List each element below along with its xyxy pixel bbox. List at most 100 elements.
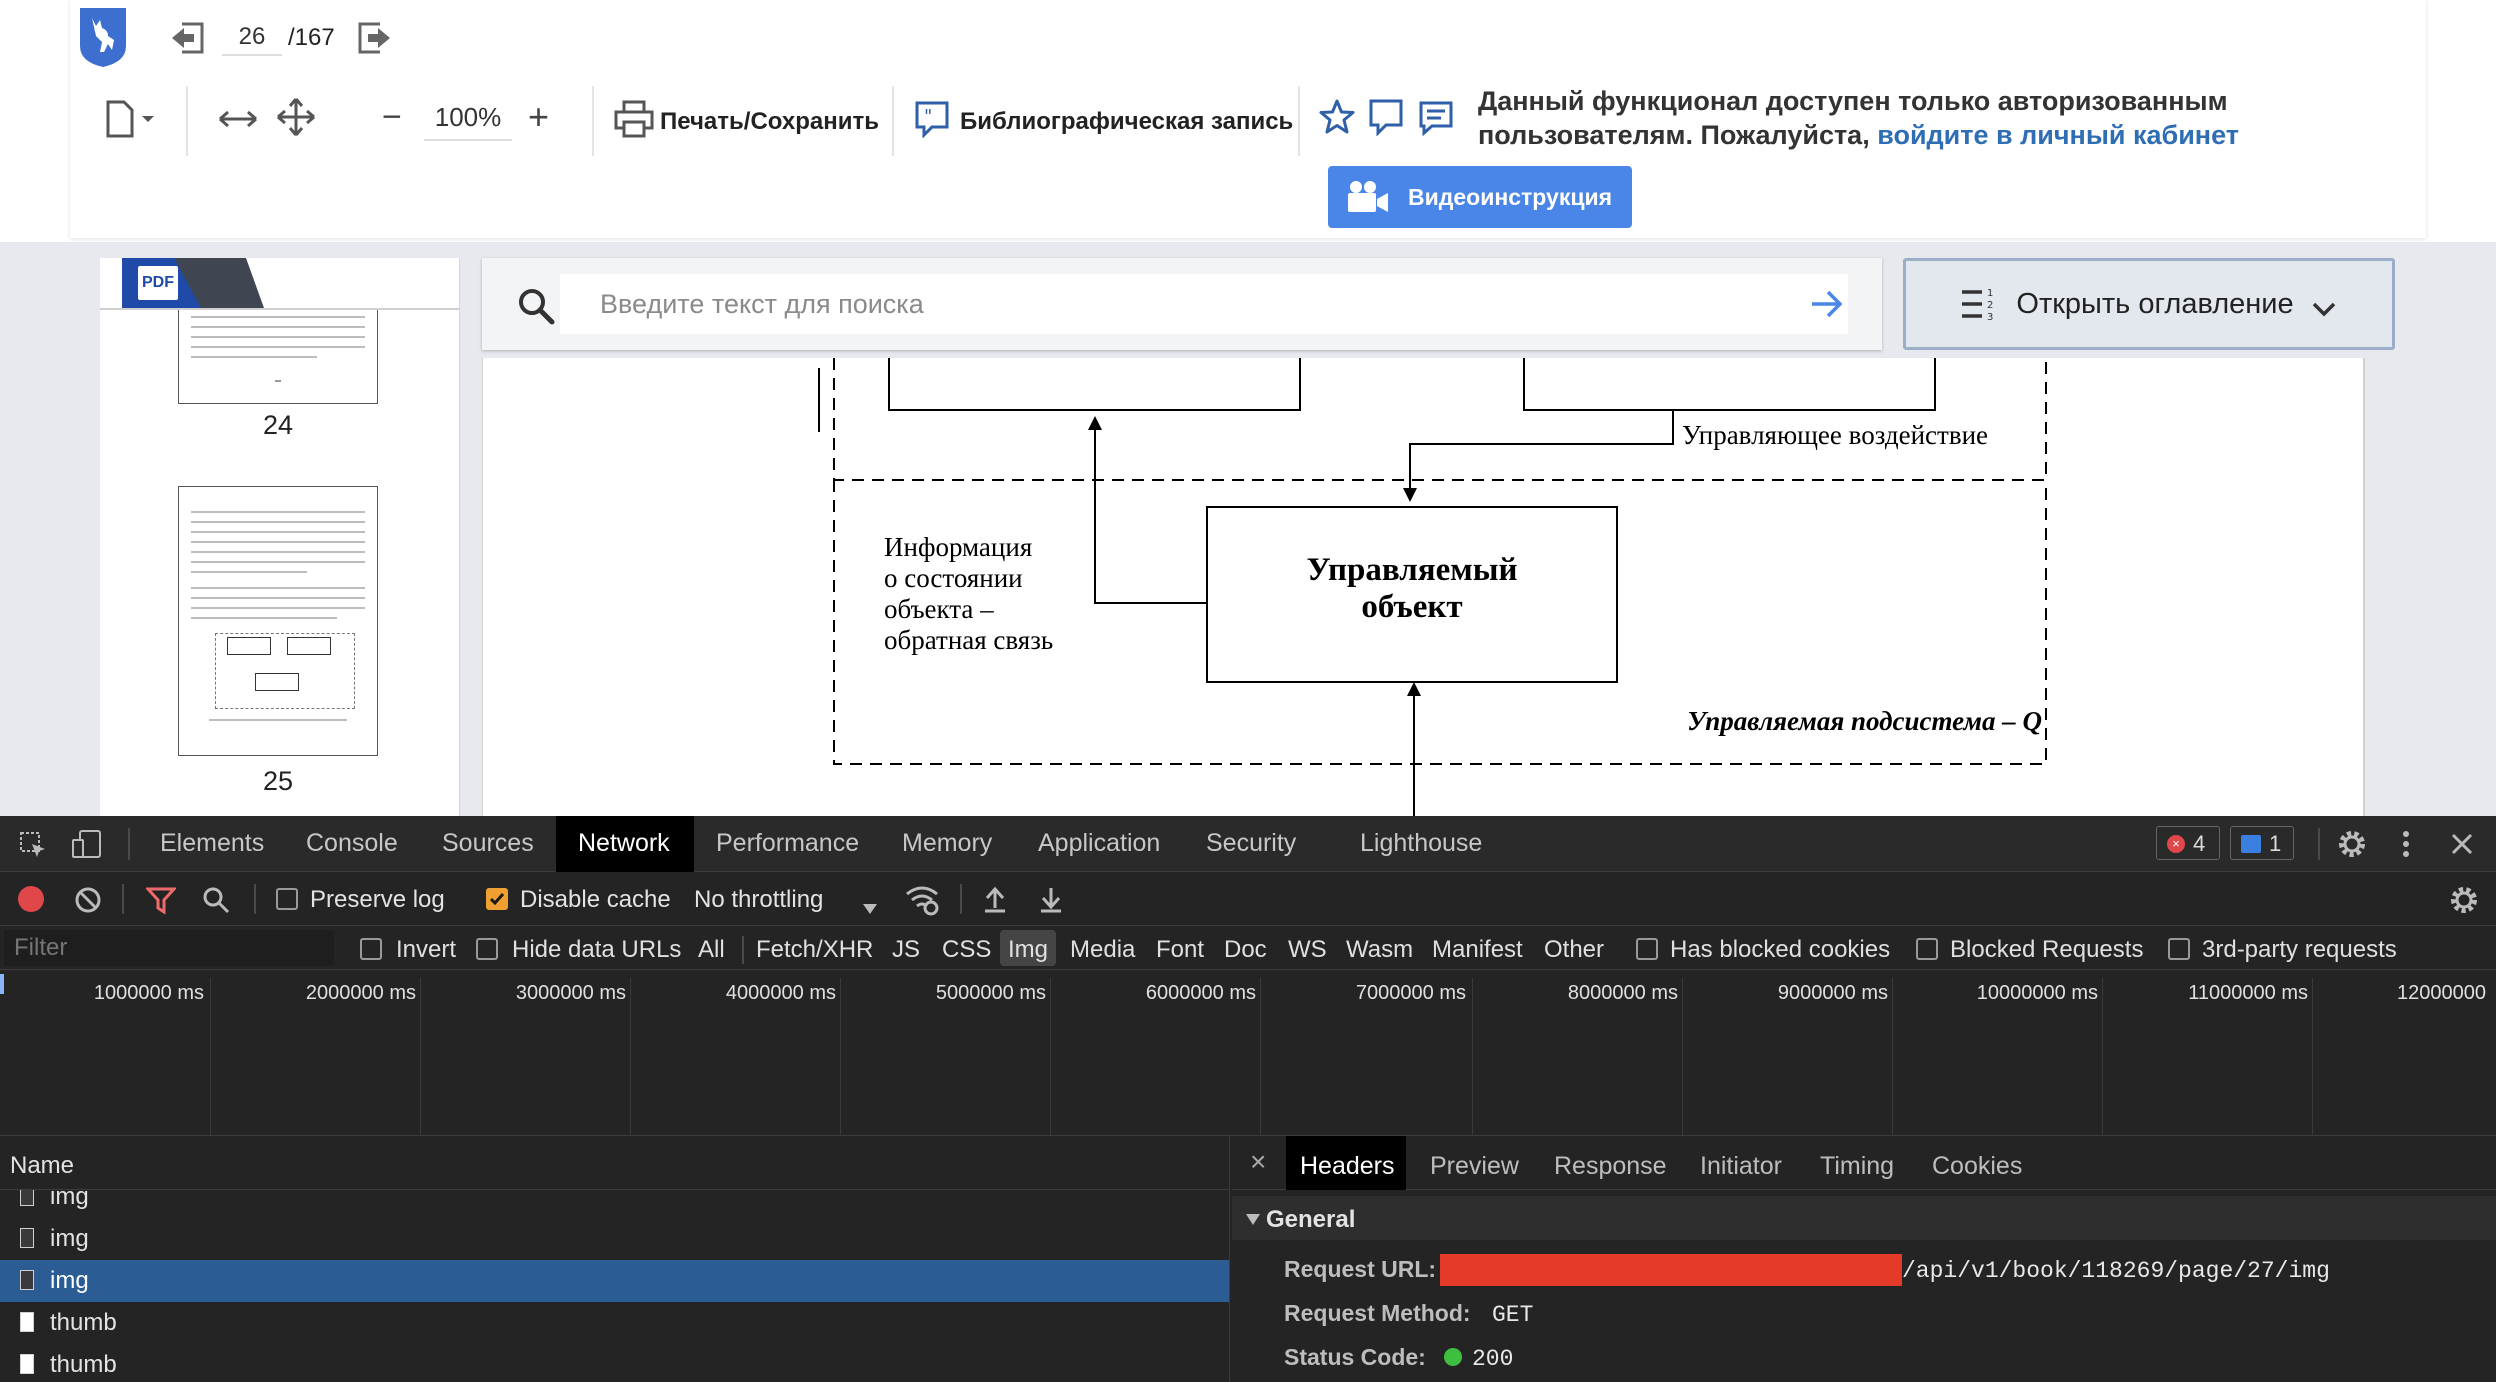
tab-cookies[interactable]: Cookies: [1932, 1152, 2022, 1181]
list-item[interactable]: thumb: [0, 1302, 1229, 1344]
list-item[interactable]: img: [0, 1190, 1229, 1218]
close-icon[interactable]: [2448, 830, 2476, 858]
print-label: Печать/Сохранить: [660, 108, 879, 135]
blocked-requests-checkbox[interactable]: [1916, 938, 1938, 960]
filter-ws[interactable]: WS: [1288, 936, 1327, 964]
tab-network[interactable]: Network: [578, 829, 670, 858]
subsystem-label: Управляемая подсистема – Q: [1687, 706, 2042, 736]
filter-doc[interactable]: Doc: [1224, 936, 1267, 964]
filter-js[interactable]: JS: [892, 936, 920, 964]
gear-icon[interactable]: [2448, 884, 2480, 916]
pdf-icon: PDF: [138, 266, 178, 300]
filter-manifest[interactable]: Manifest: [1432, 936, 1523, 964]
device-toggle-icon[interactable]: [70, 828, 104, 860]
control-action-label: Управляющее воздействие: [1682, 420, 1989, 450]
comment-icon[interactable]: [1418, 100, 1454, 137]
has-blocked-cookies-checkbox[interactable]: [1636, 938, 1658, 960]
timeline-selection-handle[interactable]: [0, 974, 4, 994]
list-item[interactable]: img: [0, 1218, 1229, 1260]
filter-all[interactable]: All: [698, 936, 725, 964]
bibliographic-record-button[interactable]: " Библиографическая запись: [912, 98, 1293, 142]
search-icon[interactable]: [202, 886, 230, 914]
tab-application[interactable]: Application: [1038, 829, 1160, 858]
deer-logo-icon[interactable]: [78, 6, 128, 68]
export-har-icon[interactable]: [1038, 884, 1064, 914]
next-page-icon[interactable]: [356, 20, 394, 56]
thumbnail-page-25[interactable]: [178, 486, 378, 756]
tab-memory[interactable]: Memory: [902, 829, 992, 858]
tab-preview[interactable]: Preview: [1430, 1152, 1519, 1181]
throttling-select[interactable]: No throttling: [694, 886, 823, 914]
arrow-right-icon[interactable]: [1808, 286, 1846, 322]
error-count-badge[interactable]: × 4: [2156, 826, 2220, 860]
tab-timing[interactable]: Timing: [1820, 1152, 1894, 1181]
open-toc-button[interactable]: 123 Открыть оглавление: [1903, 258, 2395, 350]
fit-width-icon[interactable]: [216, 104, 260, 134]
filter-input[interactable]: [4, 930, 334, 966]
hide-data-urls-label: Hide data URLs: [512, 936, 682, 963]
star-icon[interactable]: [1318, 98, 1356, 136]
filter-font[interactable]: Font: [1156, 936, 1204, 964]
kebab-icon[interactable]: [2396, 828, 2416, 860]
list-item-selected[interactable]: img: [0, 1260, 1229, 1302]
search-input[interactable]: [560, 274, 1848, 334]
svg-text:3: 3: [1987, 312, 1993, 322]
blocked-requests-label: Blocked Requests: [1950, 936, 2144, 963]
tab-sources[interactable]: Sources: [442, 829, 534, 858]
name-column-header[interactable]: Name: [10, 1152, 74, 1180]
disable-cache-label: Disable cache: [520, 886, 671, 913]
disable-cache-checkbox[interactable]: [486, 888, 508, 910]
tab-headers[interactable]: Headers: [1300, 1152, 1395, 1181]
filter-fetch-xhr[interactable]: Fetch/XHR: [756, 936, 873, 964]
tab-console[interactable]: Console: [306, 829, 398, 858]
close-details-button[interactable]: ×: [1250, 1146, 1266, 1178]
message-count-badge[interactable]: 1: [2230, 826, 2294, 860]
feedback-label-line2: о состоянии: [884, 563, 1023, 593]
page-number-field[interactable]: 26: [222, 20, 282, 56]
quote-icon[interactable]: [1368, 98, 1404, 137]
prev-page-icon[interactable]: [168, 20, 206, 56]
zoom-out-button[interactable]: −: [382, 98, 402, 137]
preserve-log-checkbox[interactable]: [276, 888, 298, 910]
tab-elements[interactable]: Elements: [160, 829, 264, 858]
chevron-down-icon: [2310, 294, 2338, 317]
filter-media[interactable]: Media: [1070, 936, 1135, 964]
clear-icon[interactable]: [74, 886, 102, 914]
tab-lighthouse[interactable]: Lighthouse: [1360, 829, 1482, 858]
filter-icon[interactable]: [144, 886, 178, 915]
tab-initiator[interactable]: Initiator: [1700, 1152, 1782, 1181]
inspect-element-icon[interactable]: [18, 830, 48, 860]
print-button[interactable]: Печать/Сохранить: [612, 98, 879, 142]
thumbnail-page-24[interactable]: [178, 310, 378, 404]
request-url-value: /api/v1/book/118269/page/27/img: [1902, 1258, 2330, 1284]
list-item[interactable]: thumb: [0, 1344, 1229, 1382]
tab-security[interactable]: Security: [1206, 829, 1296, 858]
network-conditions-icon[interactable]: [904, 884, 940, 916]
filter-other[interactable]: Other: [1544, 936, 1604, 964]
document-menu-icon[interactable]: [104, 98, 160, 140]
chevron-down-icon[interactable]: [862, 894, 878, 914]
filter-img[interactable]: Img: [1008, 936, 1048, 964]
zoom-in-button[interactable]: +: [528, 96, 549, 138]
record-button[interactable]: [18, 886, 44, 912]
tab-performance[interactable]: Performance: [716, 829, 859, 858]
hide-data-urls-checkbox[interactable]: [476, 938, 498, 960]
filter-css[interactable]: CSS: [942, 936, 991, 964]
third-party-checkbox[interactable]: [2168, 938, 2190, 960]
thumbnail-number: 25: [262, 766, 294, 796]
tab-response[interactable]: Response: [1554, 1152, 1667, 1181]
filter-wasm[interactable]: Wasm: [1346, 936, 1413, 964]
invert-checkbox[interactable]: [360, 938, 382, 960]
search-icon[interactable]: [516, 286, 556, 326]
video-instruction-button[interactable]: Видеоинструкция: [1328, 166, 1632, 228]
devtools-panel: Elements Console Sources Network Perform…: [0, 816, 2496, 1382]
general-section-header[interactable]: [1232, 1196, 2496, 1240]
timeline-tick: 6000000 ms: [1145, 982, 1256, 1004]
import-har-icon[interactable]: [982, 884, 1008, 914]
timeline-gridline: [1682, 978, 1683, 1136]
gear-icon[interactable]: [2336, 828, 2368, 860]
third-party-label: 3rd-party requests: [2202, 936, 2397, 963]
fullscreen-icon[interactable]: [276, 96, 316, 138]
login-link[interactable]: войдите в личный кабинет: [1877, 120, 2239, 150]
zoom-level[interactable]: 100%: [424, 102, 512, 141]
